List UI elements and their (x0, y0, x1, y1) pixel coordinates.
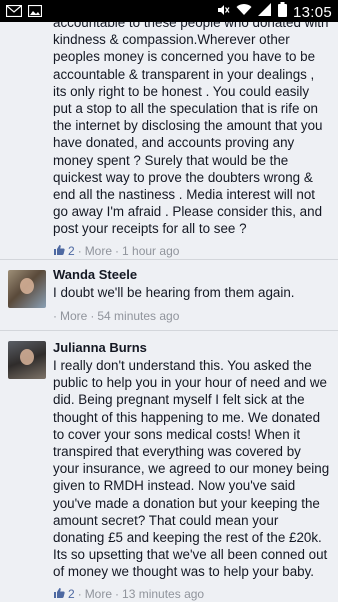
wifi-icon (236, 3, 252, 21)
signal-icon (257, 3, 272, 21)
meta-separator: · (90, 309, 95, 324)
comment-text: kindness & compassion.Wherever other peo… (53, 32, 323, 237)
comment-item: Julianna Burns I really don't understand… (0, 330, 338, 602)
comment-timestamp: 13 minutes ago (122, 587, 205, 602)
more-link[interactable]: More (85, 587, 112, 601)
comment-meta: 2 · More · 1 hour ago (53, 244, 330, 259)
comment-timestamp: 1 hour ago (122, 244, 180, 259)
more-link[interactable]: More (85, 244, 112, 258)
meta-separator: · (115, 587, 120, 602)
mute-icon (216, 3, 230, 22)
mail-icon (5, 4, 23, 22)
meta-separator: · (77, 244, 82, 259)
comment-item: Wanda Steele I doubt we'll be hearing fr… (0, 259, 338, 330)
comment-author[interactable]: Julianna Burns (53, 340, 330, 355)
comment-partial-line: accountable to these people who donated … (53, 22, 329, 30)
comment-author[interactable]: Wanda Steele (53, 267, 330, 282)
meta-separator: · (115, 244, 120, 259)
comments-feed[interactable]: accountable to these people who donated … (0, 22, 338, 602)
comment-item: accountable to these people who donated … (0, 22, 338, 259)
like-count[interactable]: 2 (68, 587, 75, 601)
status-bar: 13:05 (0, 0, 338, 22)
meta-separator: · (77, 587, 82, 602)
avatar[interactable] (8, 341, 46, 379)
comment-meta: · More · 54 minutes ago (53, 309, 330, 323)
avatar[interactable] (8, 270, 46, 308)
more-link[interactable]: More (60, 309, 87, 323)
comment-text: I doubt we'll be hearing from them again… (53, 285, 295, 300)
like-count[interactable]: 2 (68, 244, 75, 258)
comment-text: I really don't understand this. You aske… (53, 358, 330, 580)
status-time: 13:05 (292, 3, 332, 21)
like-icon[interactable] (53, 244, 65, 259)
battery-icon (277, 2, 287, 22)
comment-meta: 2 · More · 13 minutes ago (53, 587, 330, 602)
meta-separator: · (53, 309, 57, 324)
comment-timestamp: 54 minutes ago (97, 309, 180, 324)
image-icon (27, 4, 43, 22)
like-icon[interactable] (53, 587, 65, 602)
